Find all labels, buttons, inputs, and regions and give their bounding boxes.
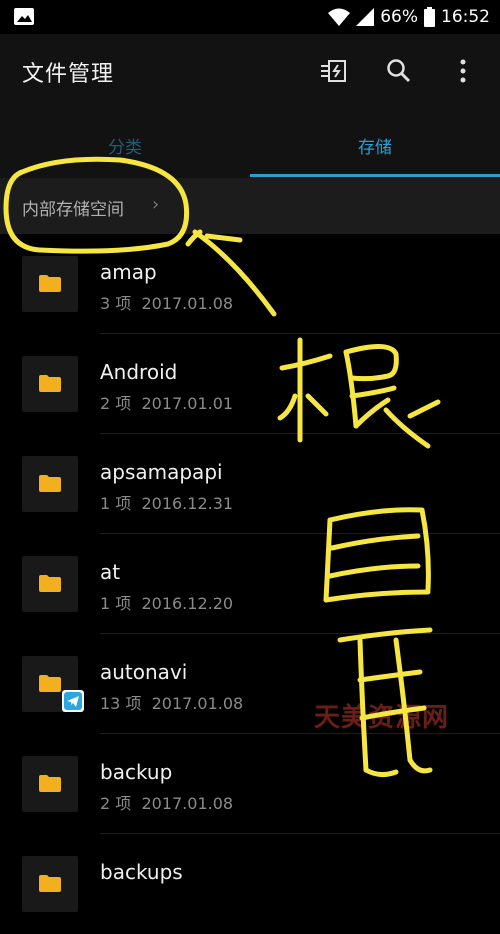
folder-icon — [39, 475, 61, 492]
item-count: 3 项 — [100, 294, 132, 313]
file-list: amap 3 项 2017.01.08 Android 2 项 2017.01.… — [0, 234, 500, 912]
folder-tile — [22, 256, 78, 312]
file-meta: 1 项 2016.12.31 — [100, 490, 233, 514]
list-item[interactable]: at 1 项 2016.12.20 — [0, 534, 500, 634]
modified-date: 2016.12.20 — [141, 594, 234, 613]
folder-icon — [39, 775, 61, 792]
item-count: 2 项 — [100, 394, 132, 413]
image-icon — [14, 8, 34, 25]
breadcrumb: 内部存储空间 › — [0, 178, 500, 234]
storage-analysis-icon — [319, 59, 347, 87]
breadcrumb-internal-storage[interactable]: 内部存储空间 — [22, 195, 124, 220]
wifi-icon — [328, 8, 351, 26]
list-item[interactable]: amap 3 项 2017.01.08 — [0, 234, 500, 334]
modified-date: 2017.01.08 — [141, 794, 234, 813]
file-meta: 3 项 2017.01.08 — [100, 290, 233, 314]
tab-storage[interactable]: 存储 — [250, 112, 500, 178]
file-name: apsamapapi — [100, 460, 223, 484]
battery-percent: 66% — [380, 7, 418, 27]
list-item[interactable]: apsamapapi 1 项 2016.12.31 — [0, 434, 500, 534]
file-meta: 2 项 2017.01.01 — [100, 390, 233, 414]
file-name: backups — [100, 860, 183, 884]
battery-icon — [424, 7, 435, 27]
folder-icon — [39, 875, 61, 892]
item-count: 13 项 — [100, 694, 142, 713]
item-count: 1 项 — [100, 494, 132, 513]
item-count: 1 项 — [100, 594, 132, 613]
folder-icon — [39, 675, 61, 692]
folder-tile — [22, 856, 78, 912]
modified-date: 2016.12.31 — [141, 494, 234, 513]
app-bar: 文件管理 — [0, 34, 500, 112]
modified-date: 2017.01.08 — [151, 694, 244, 713]
modified-date: 2017.01.01 — [141, 394, 234, 413]
list-item[interactable]: backups — [0, 834, 500, 934]
folder-icon — [39, 375, 61, 392]
more-icon — [460, 59, 466, 87]
folder-tile — [22, 456, 78, 512]
folder-icon — [39, 575, 61, 592]
status-bar: 66% 16:52 — [0, 0, 500, 34]
file-name: Android — [100, 360, 178, 384]
folder-tile — [22, 356, 78, 412]
search-icon — [386, 58, 412, 88]
folder-tile — [22, 756, 78, 812]
storage-analysis-button[interactable] — [316, 56, 350, 90]
item-count: 2 项 — [100, 794, 132, 813]
list-item[interactable]: backup 2 项 2017.01.08 — [0, 734, 500, 834]
file-name: at — [100, 560, 121, 584]
modified-date: 2017.01.08 — [141, 294, 234, 313]
file-name: amap — [100, 260, 157, 284]
file-meta: 13 项 2017.01.08 — [100, 690, 243, 714]
signal-icon — [356, 8, 375, 26]
telegram-app-icon — [62, 690, 84, 712]
tab-indicator — [250, 174, 500, 177]
folder-tile — [22, 556, 78, 612]
page-title: 文件管理 — [22, 62, 115, 87]
list-item[interactable]: Android 2 项 2017.01.01 — [0, 334, 500, 434]
tab-bar: 分类 存储 — [0, 112, 500, 178]
watermark: 天美资源网 — [314, 703, 450, 733]
folder-icon — [39, 275, 61, 292]
more-button[interactable] — [446, 56, 480, 90]
tab-category[interactable]: 分类 — [0, 112, 250, 178]
search-button[interactable] — [382, 56, 416, 90]
file-name: autonavi — [100, 660, 188, 684]
clock: 16:52 — [441, 7, 490, 27]
file-meta: 2 项 2017.01.08 — [100, 790, 233, 814]
file-name: backup — [100, 760, 173, 784]
chevron-right-icon: › — [152, 194, 160, 215]
file-meta: 1 项 2016.12.20 — [100, 590, 233, 614]
